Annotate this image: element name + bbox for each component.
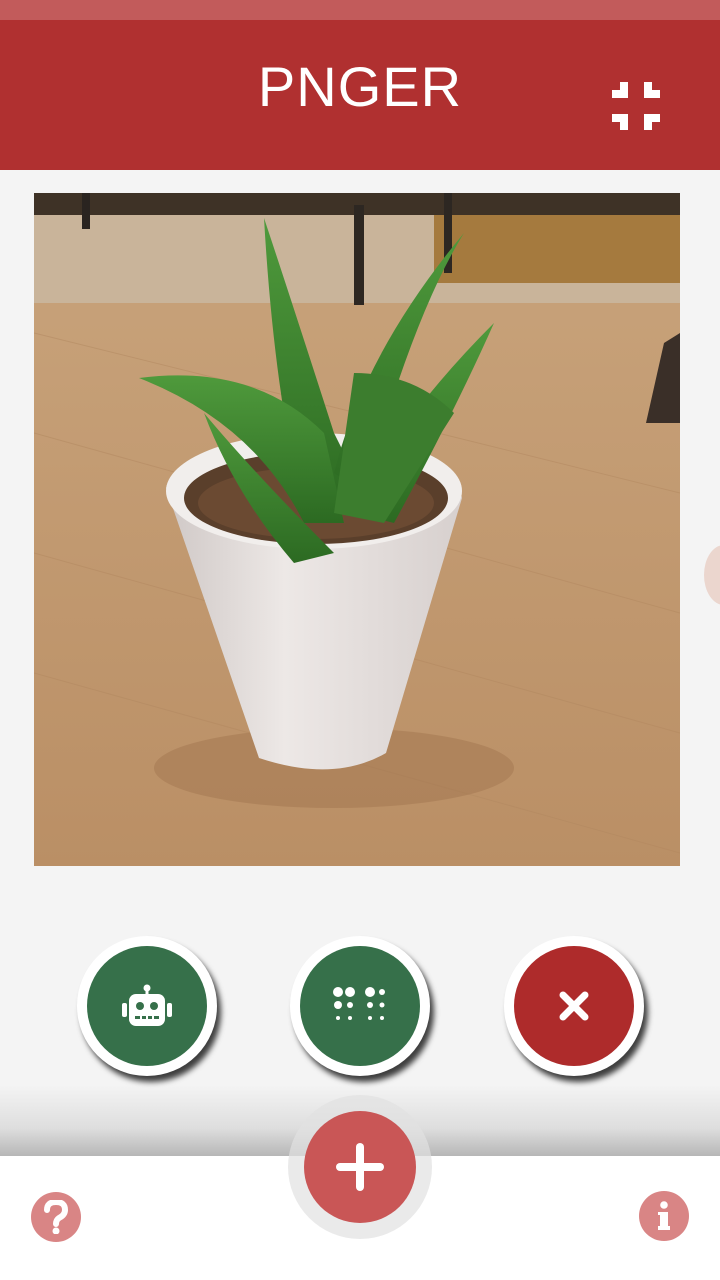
potted-aloe-photo — [34, 193, 680, 866]
help-button[interactable] — [31, 1192, 81, 1242]
app-bar: PNGER — [0, 20, 720, 170]
manual-edit-button[interactable] — [290, 936, 430, 1076]
plus-icon — [336, 1143, 384, 1191]
fullscreen-exit-icon — [612, 82, 660, 130]
info-icon — [658, 1201, 670, 1230]
preview-image — [34, 193, 680, 866]
next-image-peek — [704, 545, 720, 605]
info-button[interactable] — [639, 1191, 689, 1241]
exit-fullscreen-button[interactable] — [608, 78, 664, 134]
close-icon — [559, 991, 589, 1021]
status-bar — [0, 0, 720, 20]
add-image-button[interactable] — [304, 1111, 416, 1223]
question-icon — [44, 1200, 69, 1234]
dots-grid-icon — [333, 987, 385, 1020]
clear-image-button[interactable] — [504, 936, 644, 1076]
robot-icon — [122, 984, 172, 1026]
auto-remove-background-button[interactable] — [77, 936, 217, 1076]
